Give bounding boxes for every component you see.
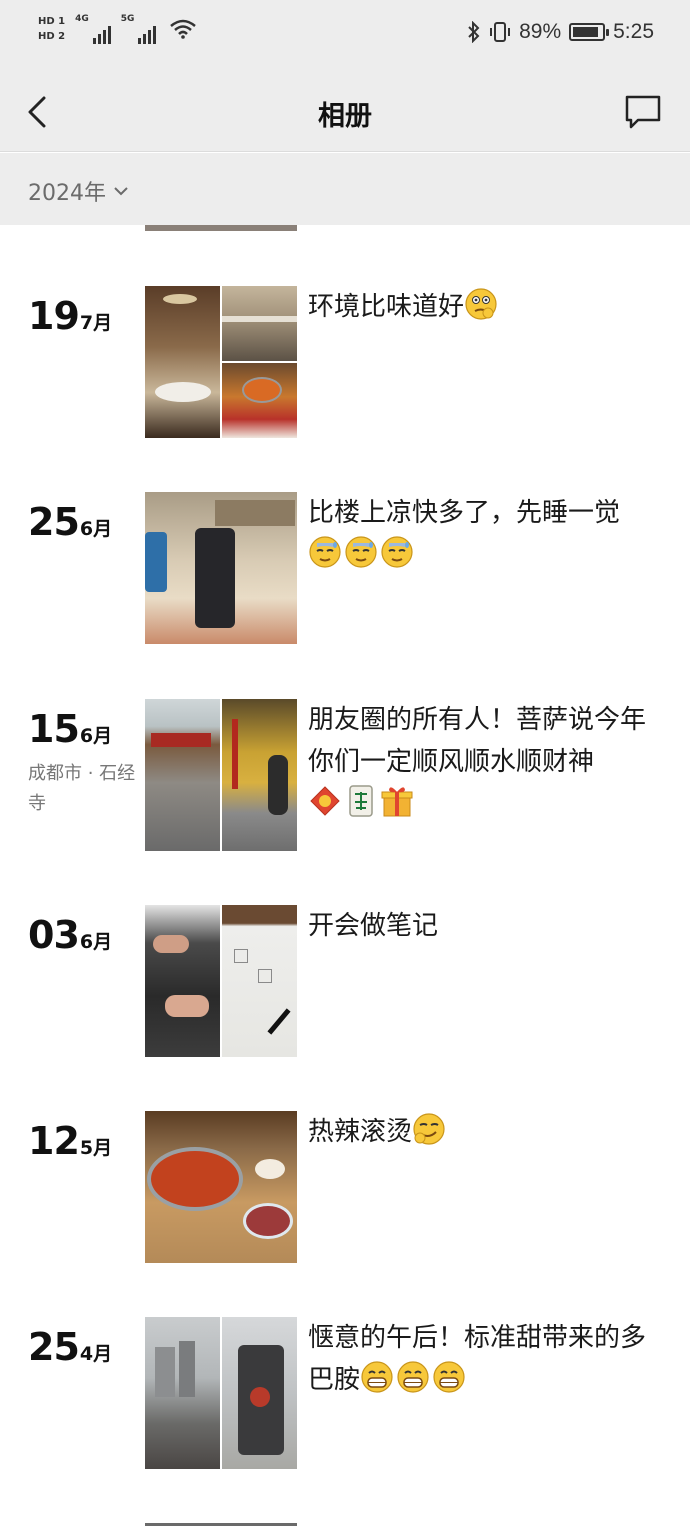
gift-icon (381, 787, 413, 817)
year-filter[interactable]: 2024年 (28, 175, 128, 207)
post-photos[interactable] (145, 905, 297, 1057)
post-location[interactable]: 成都市 · 石经寺 (28, 759, 136, 819)
photo-hotpot[interactable] (145, 1111, 297, 1263)
vibrate-icon (490, 22, 511, 42)
signal-4g-icon: 4G (75, 14, 111, 44)
status-right: 89% 5:25 (467, 20, 654, 44)
album-post[interactable]: 19 7月 环境比味道好 (0, 286, 690, 438)
post-date: 25 4月 (28, 1325, 112, 1369)
album-post[interactable]: 25 4月 惬意的午后！标准甜带来的多巴胺 (0, 1317, 690, 1469)
grin-face-icon (361, 1361, 393, 1393)
battery-percent: 89% (519, 20, 562, 43)
post-day: 03 (28, 913, 80, 957)
post-date: 03 6月 (28, 913, 112, 957)
photo-temple-street[interactable] (145, 699, 220, 851)
post-photos[interactable] (145, 286, 297, 438)
status-left: HD 1 HD 2 4G 5G (38, 14, 197, 44)
message-icon[interactable] (624, 94, 662, 130)
post-month: 4月 (79, 1343, 113, 1365)
photo-notebook[interactable] (222, 905, 297, 1057)
post-text: 热辣滚烫 (308, 1111, 668, 1153)
post-day: 12 (28, 1119, 80, 1163)
net1-label: 4G (75, 14, 89, 24)
post-date: 19 7月 (28, 294, 112, 338)
post-caption: 热辣滚烫 (308, 1117, 413, 1147)
album-post[interactable]: 12 5月 热辣滚烫 (0, 1111, 690, 1263)
photo-hands-meeting[interactable] (145, 905, 220, 1057)
post-date: 25 6月 (28, 500, 112, 544)
nav-bar: 相册 (0, 72, 690, 152)
year-label: 2024年 (28, 181, 106, 206)
status-bar: HD 1 HD 2 4G 5G 89% 5:25 (0, 0, 690, 72)
clock: 5:25 (613, 20, 654, 43)
photo-window-view[interactable] (145, 1317, 220, 1469)
page-title: 相册 (318, 101, 372, 132)
year-filter-bar: 2024年 (0, 153, 690, 225)
sweat-face-icon (309, 536, 341, 568)
post-day: 19 (28, 294, 80, 338)
chevron-down-icon (114, 187, 128, 196)
post-photos[interactable] (145, 492, 297, 644)
photo-dining-hall[interactable] (222, 286, 297, 361)
post-date: 15 6月 (28, 707, 112, 751)
post-day: 25 (28, 1325, 80, 1369)
post-caption: 朋友圈的所有人！菩萨说今年你们一定顺风顺水顺财神 (308, 705, 647, 777)
album-post[interactable]: 15 6月 成都市 · 石经寺 朋友圈的所有人！菩萨说今年你们一定顺风顺水顺财神 (0, 699, 690, 851)
post-text: 朋友圈的所有人！菩萨说今年你们一定顺风顺水顺财神 (308, 699, 668, 825)
grin-face-icon (433, 1361, 465, 1393)
net2-label: 5G (120, 14, 135, 24)
post-text: 惬意的午后！标准甜带来的多巴胺 (308, 1317, 668, 1401)
grin-face-icon (397, 1361, 429, 1393)
post-caption: 比楼上凉快多了，先睡一觉 (308, 498, 621, 528)
post-month: 6月 (79, 725, 113, 747)
post-text: 开会做笔记 (308, 905, 668, 947)
post-caption: 惬意的午后！标准甜带来的多巴胺 (308, 1323, 647, 1395)
photo-temple-gate[interactable] (222, 699, 297, 851)
signal-5g-icon: 5G (121, 14, 157, 44)
sim-indicators: HD 1 HD 2 (38, 16, 65, 43)
sweat-face-icon (381, 536, 413, 568)
post-text: 比楼上凉快多了，先睡一觉 (308, 492, 668, 576)
post-month: 5月 (79, 1137, 113, 1159)
mahjong-fa-icon (349, 785, 373, 817)
post-caption: 环境比味道好 (308, 292, 465, 322)
album-feed[interactable]: 19 7月 环境比味道好 25 6月 比楼上凉快多了，先睡一觉 15 6月 成都… (0, 225, 690, 1526)
post-date: 12 5月 (28, 1119, 112, 1163)
post-photos[interactable] (145, 699, 297, 851)
album-post[interactable]: 03 6月 开会做笔记 (0, 905, 690, 1057)
previous-post-thumbnail[interactable] (145, 225, 297, 231)
sweat-face-icon (345, 536, 377, 568)
thinking-face-icon (465, 288, 497, 320)
post-caption: 开会做笔记 (308, 911, 439, 941)
battery-icon (569, 23, 610, 41)
photo-lobby-floor[interactable] (145, 492, 297, 644)
wifi-icon (170, 19, 197, 39)
post-month: 6月 (79, 931, 113, 953)
photo-restaurant-interior[interactable] (145, 286, 220, 438)
smirk-face-icon (413, 1113, 445, 1145)
photo-drink-cup[interactable] (222, 1317, 297, 1469)
sim2-label: HD 2 (38, 30, 66, 42)
post-text: 环境比味道好 (308, 286, 668, 328)
post-month: 7月 (79, 312, 113, 334)
fortune-icon (310, 786, 340, 816)
post-day: 25 (28, 500, 80, 544)
photo-hotpot-table[interactable] (222, 363, 297, 438)
post-photos[interactable] (145, 1111, 297, 1263)
album-post[interactable]: 25 6月 比楼上凉快多了，先睡一觉 (0, 492, 690, 644)
post-month: 6月 (79, 518, 113, 540)
post-photos[interactable] (145, 1317, 297, 1469)
bluetooth-icon (468, 21, 480, 43)
sim1-label: HD 1 (38, 15, 66, 27)
post-day: 15 (28, 707, 80, 751)
